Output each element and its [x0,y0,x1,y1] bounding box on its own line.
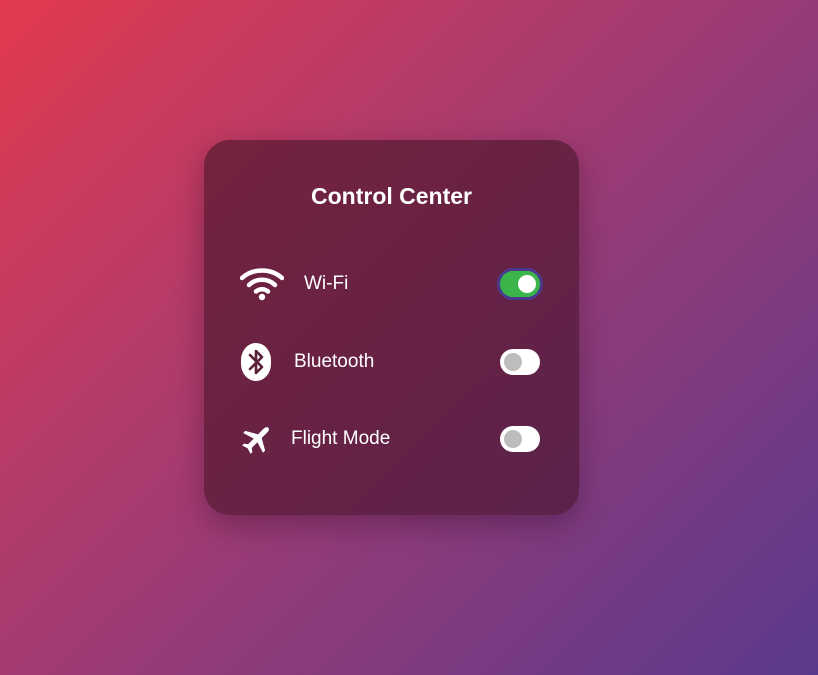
bluetooth-label: Bluetooth [294,351,375,372]
flight-mode-toggle[interactable] [500,426,540,452]
setting-row-bluetooth: Bluetooth [240,340,540,384]
panel-title: Control Center [311,183,472,209]
wifi-label: Wi-Fi [304,273,349,294]
wifi-icon [240,267,284,301]
airplane-icon [240,422,274,456]
setting-row-flight-mode: Flight Mode [240,417,540,461]
flight-mode-toggle-knob [504,430,522,448]
bluetooth-icon [240,342,272,382]
bluetooth-toggle[interactable] [500,349,540,375]
setting-row-wifi: Wi-Fi [240,262,540,306]
wifi-toggle[interactable] [500,271,540,297]
control-center-panel: Control Center Wi-Fi Bluetooth Flight Mo… [204,140,579,515]
wifi-toggle-knob [518,275,536,293]
flight-mode-label: Flight Mode [291,428,391,449]
bluetooth-toggle-knob [504,353,522,371]
